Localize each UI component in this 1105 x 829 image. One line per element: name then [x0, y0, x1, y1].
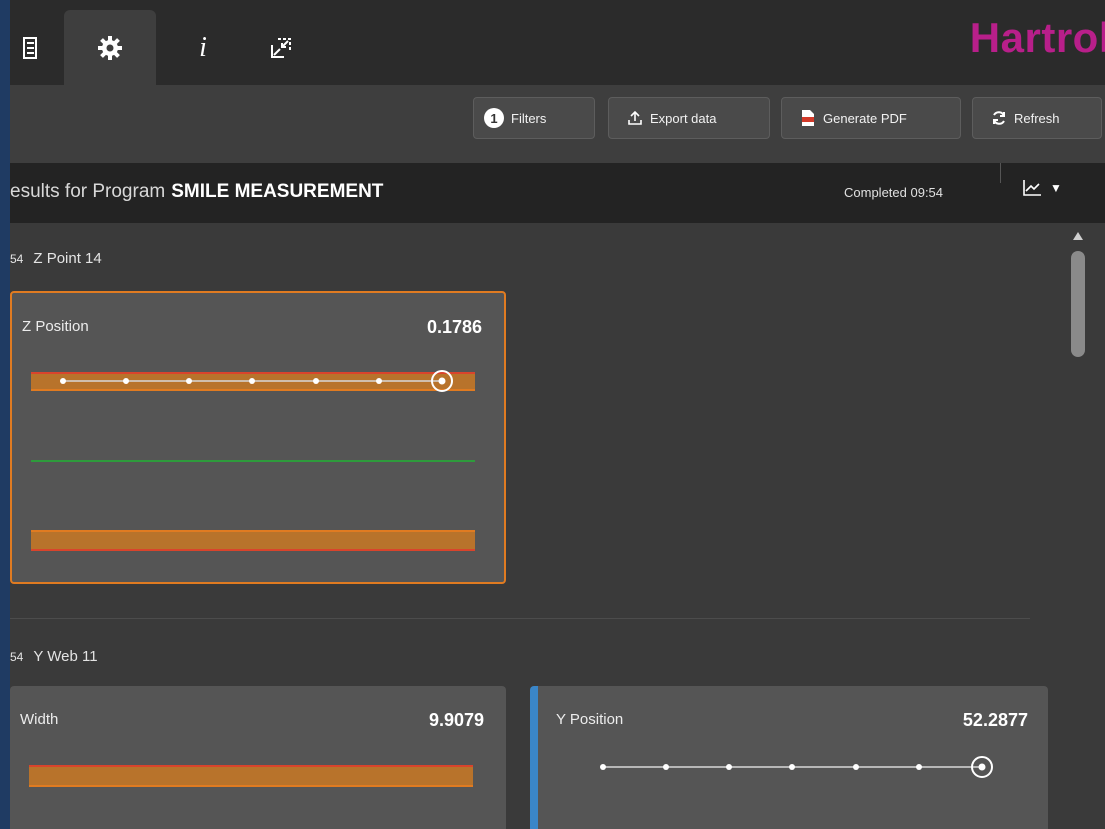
tolerance-band: [29, 766, 473, 786]
refresh-label: Refresh: [1014, 110, 1060, 126]
control-chart: [31, 370, 475, 551]
filters-button[interactable]: 1 Filters: [473, 97, 595, 139]
data-point: [726, 764, 732, 770]
list-icon: [23, 36, 37, 59]
latest-data-point-center: [438, 377, 446, 385]
data-point: [916, 764, 922, 770]
tab-bar: i Hartrol: [10, 0, 1105, 85]
data-point: [313, 378, 319, 384]
filters-label: Filters: [511, 110, 547, 126]
upload-icon: [628, 110, 642, 125]
data-point: [789, 764, 795, 770]
chart-view-dropdown[interactable]: ▼: [1022, 179, 1062, 197]
data-point: [60, 378, 66, 384]
group-title-prefix: 54: [10, 650, 24, 664]
group-title: 54 Z Point 14: [10, 250, 102, 267]
refresh-button[interactable]: Refresh: [972, 97, 1102, 139]
lower-tolerance-band: [31, 531, 475, 550]
measurement-card[interactable]: Width 9.9079: [10, 686, 506, 829]
measurement-card[interactable]: Z Position 0.1786: [10, 291, 506, 584]
data-point: [376, 378, 382, 384]
generate-pdf-label: Generate PDF: [823, 110, 907, 126]
group-title-name: Z Point 14: [33, 250, 102, 267]
results-title-prefix: esults for Program: [10, 181, 166, 202]
control-chart: [29, 765, 473, 787]
brand-logo: Hartrol: [969, 14, 1105, 61]
completion-status: Completed 09:54: [844, 185, 944, 200]
generate-pdf-button[interactable]: Generate PDF: [781, 97, 961, 139]
measurement-card[interactable]: Y Position 52.2877: [530, 686, 1048, 829]
toolbar: 1 Filters Export data Generate PDF Refre…: [10, 85, 1105, 163]
data-point: [249, 378, 255, 384]
filters-count-badge: 1: [484, 108, 504, 128]
control-chart: [600, 756, 993, 778]
group-title-prefix: 54: [10, 252, 24, 266]
app-window: i Hartrol 1 Filters Export data Generate…: [10, 0, 1105, 829]
tab-fullscreen[interactable]: [256, 10, 306, 85]
group-divider: [10, 618, 1030, 619]
results-list: 54 Z Point 14 Z Position 0.1786 54 Y Web…: [10, 223, 1105, 829]
refresh-icon: [993, 111, 1005, 125]
data-point: [600, 764, 606, 770]
group-title: 54 Y Web 11: [10, 648, 98, 665]
data-point: [123, 378, 129, 384]
tab-info[interactable]: i: [178, 10, 228, 85]
export-data-button[interactable]: Export data: [608, 97, 770, 139]
tab-list[interactable]: [10, 10, 54, 85]
group-title-name: Y Web 11: [33, 648, 98, 665]
results-title: esults for Program SMILE MEASUREMENT: [10, 181, 383, 203]
pdf-file-icon: [802, 110, 814, 126]
data-point: [853, 764, 859, 770]
header-divider: [1000, 163, 1001, 183]
info-icon: i: [199, 31, 207, 63]
export-data-label: Export data: [650, 110, 717, 126]
program-name: SMILE MEASUREMENT: [171, 181, 384, 202]
scrollbar-thumb[interactable]: [1071, 251, 1085, 357]
results-header: esults for Program SMILE MEASUREMENT Comp…: [10, 163, 1105, 223]
gear-icon: [98, 35, 122, 60]
collapse-icon: [271, 37, 291, 58]
scroll-up-arrow[interactable]: [1073, 232, 1083, 240]
tab-settings[interactable]: [64, 10, 156, 85]
line-chart-icon: [1023, 180, 1041, 196]
latest-data-point-center: [978, 763, 986, 771]
chevron-down-icon: ▼: [1050, 181, 1062, 195]
data-point: [663, 764, 669, 770]
data-point: [186, 378, 192, 384]
